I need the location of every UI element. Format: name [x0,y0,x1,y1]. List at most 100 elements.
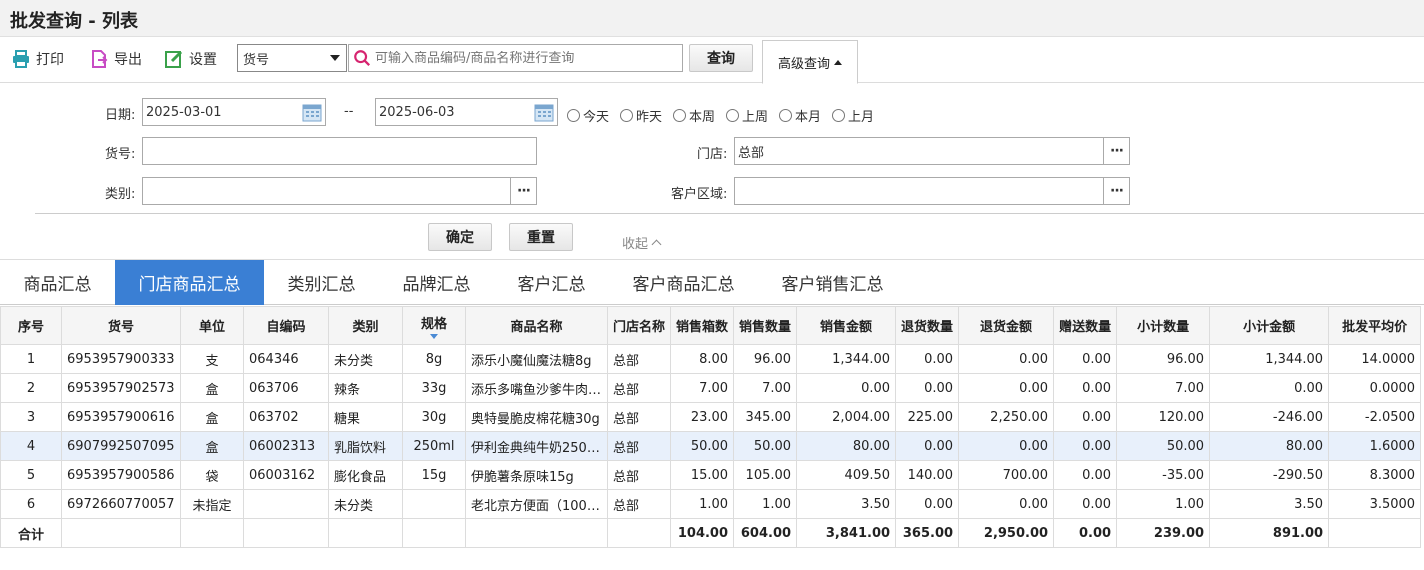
radio-circle[interactable] [832,109,845,122]
table-cell: 063706 [243,373,329,403]
col-header[interactable]: 序号 [0,306,62,345]
query-button[interactable]: 查询 [689,44,753,72]
table-cell: 0.00 [958,431,1055,461]
store-picker-button[interactable]: ··· [1103,138,1129,164]
table-row[interactable]: 6 6972660770057 未指定 未分类 老北京方便面（100… 总部 1.00 1.0… [0,489,1422,519]
summary-tabs: 商品汇总 门店商品汇总 类别汇总 品牌汇总 客户汇总 客户商品汇总 客户销售汇总 [0,259,1424,305]
table-cell: 0.00 [1053,460,1118,490]
table-cell: 120.00 [1116,402,1211,432]
table-row[interactable]: 2 6953957902573 盒 063706 辣条 33g 添乐多嘴鱼沙爹牛肉… 总部 7.… [0,373,1422,403]
table-cell: 2,250.00 [958,402,1055,432]
table-cell [402,489,466,519]
collapse-toggle[interactable]: 收起 [622,233,662,252]
totals-cell: 3,841.00 [796,518,897,548]
tab-category-summary[interactable]: 类别汇总 [264,260,379,305]
tab-customer-summary[interactable]: 客户汇总 [494,260,609,305]
radio-this-week[interactable]: 本周 [673,106,715,125]
collapse-label: 收起 [622,237,649,252]
totals-cell [180,518,244,548]
export-button[interactable]: 导出 [89,48,142,70]
search-field-select[interactable]: 货号 [237,44,347,72]
advanced-query-label: 高级查询 [777,56,830,72]
store-field[interactable]: 总部 ··· [734,137,1130,165]
print-button[interactable]: 打印 [11,48,64,70]
tab-customer-product-summary[interactable]: 客户商品汇总 [609,260,758,305]
col-header[interactable]: 赠送数量 [1053,306,1118,345]
radio-circle[interactable] [779,109,792,122]
radio-circle[interactable] [673,109,686,122]
radio-circle[interactable] [620,109,633,122]
table-row[interactable]: 3 6953957900616 盒 063702 糖果 30g 奥特曼脆皮棉花糖30g 总部 2… [0,402,1422,432]
table-cell: 0.00 [958,489,1055,519]
totals-cell [61,518,181,548]
col-header-sorted[interactable]: 规格 [402,306,466,345]
table-cell: 盒 [180,402,244,432]
table-cell: 700.00 [958,460,1055,490]
col-header[interactable]: 门店名称 [606,306,672,345]
tab-customer-sales-summary[interactable]: 客户销售汇总 [758,260,907,305]
region-picker-button[interactable]: ··· [1103,178,1129,204]
col-header[interactable]: 小计金额 [1209,306,1330,345]
table-cell: 225.00 [895,402,960,432]
calendar-icon[interactable] [301,101,323,123]
col-header[interactable]: 退货数量 [895,306,960,345]
table-cell: 0.00 [895,489,960,519]
radio-circle[interactable] [726,109,739,122]
table-cell: 140.00 [895,460,960,490]
search-box[interactable] [348,44,683,72]
table-cell: 8.00 [670,344,735,374]
col-header[interactable]: 销售数量 [733,306,798,345]
col-header[interactable]: 销售箱数 [670,306,735,345]
code-label: 货号: [105,147,136,162]
table-cell: 未分类 [328,489,403,519]
col-header[interactable]: 类别 [328,306,403,345]
table-row[interactable]: 4 6907992507095 盒 06002313 乳脂饮料 250ml 伊利金典纯牛奶2… [0,431,1422,461]
tab-brand-summary[interactable]: 品牌汇总 [379,260,494,305]
table-cell: 2,004.00 [796,402,897,432]
table-row[interactable]: 1 6953957900333 支 064346 未分类 8g 添乐小魔仙魔法糖8g 总部 8.… [0,344,1422,374]
advanced-query-tab[interactable]: 高级查询 [762,40,858,84]
col-header[interactable]: 单位 [180,306,244,345]
tab-product-summary[interactable]: 商品汇总 [0,260,115,305]
table-row[interactable]: 5 6953957900586 袋 06003162 膨化食品 15g 伊脆薯条原味15g 总… [0,460,1422,490]
tab-store-product-summary[interactable]: 门店商品汇总 [115,260,264,305]
store-label: 门店: [697,147,728,162]
radio-today[interactable]: 今天 [567,106,609,125]
confirm-button[interactable]: 确定 [428,223,492,251]
table-cell: 1 [0,344,62,374]
radio-label: 本月 [795,110,822,125]
settings-button[interactable]: 设置 [164,48,217,70]
radio-last-month[interactable]: 上月 [832,106,874,125]
search-input[interactable] [375,50,675,66]
table-cell: 0.00 [1053,489,1118,519]
table-cell: 1.00 [670,489,735,519]
radio-yesterday[interactable]: 昨天 [620,106,662,125]
col-header[interactable]: 货号 [61,306,181,345]
category-field[interactable]: ··· [142,177,537,205]
col-header[interactable]: 小计数量 [1116,306,1211,345]
category-picker-button[interactable]: ··· [510,178,536,204]
radio-this-month[interactable]: 本月 [779,106,821,125]
table-cell: 3.50 [1209,489,1330,519]
col-header[interactable]: 商品名称 [465,306,608,345]
code-input[interactable] [142,137,537,165]
table-cell: 3.5000 [1328,489,1422,519]
radio-last-week[interactable]: 上周 [726,106,768,125]
table-cell: 50.00 [670,431,735,461]
totals-cell: 239.00 [1116,518,1211,548]
totals-cell [465,518,608,548]
reset-button[interactable]: 重置 [509,223,573,251]
table-cell: 0.00 [958,373,1055,403]
col-header[interactable]: 自编码 [243,306,329,345]
table-cell: 未分类 [328,344,403,374]
region-field[interactable]: ··· [734,177,1130,205]
calendar-icon[interactable] [533,101,555,123]
col-header[interactable]: 退货金额 [958,306,1055,345]
date-label: 日期: [105,108,136,123]
date-from-field[interactable]: 2025-03-01 [142,98,326,126]
radio-label: 上周 [742,110,769,125]
radio-circle[interactable] [567,109,580,122]
date-to-field[interactable]: 2025-06-03 [375,98,558,126]
col-header[interactable]: 销售金额 [796,306,897,345]
col-header[interactable]: 批发平均价 [1328,306,1422,345]
